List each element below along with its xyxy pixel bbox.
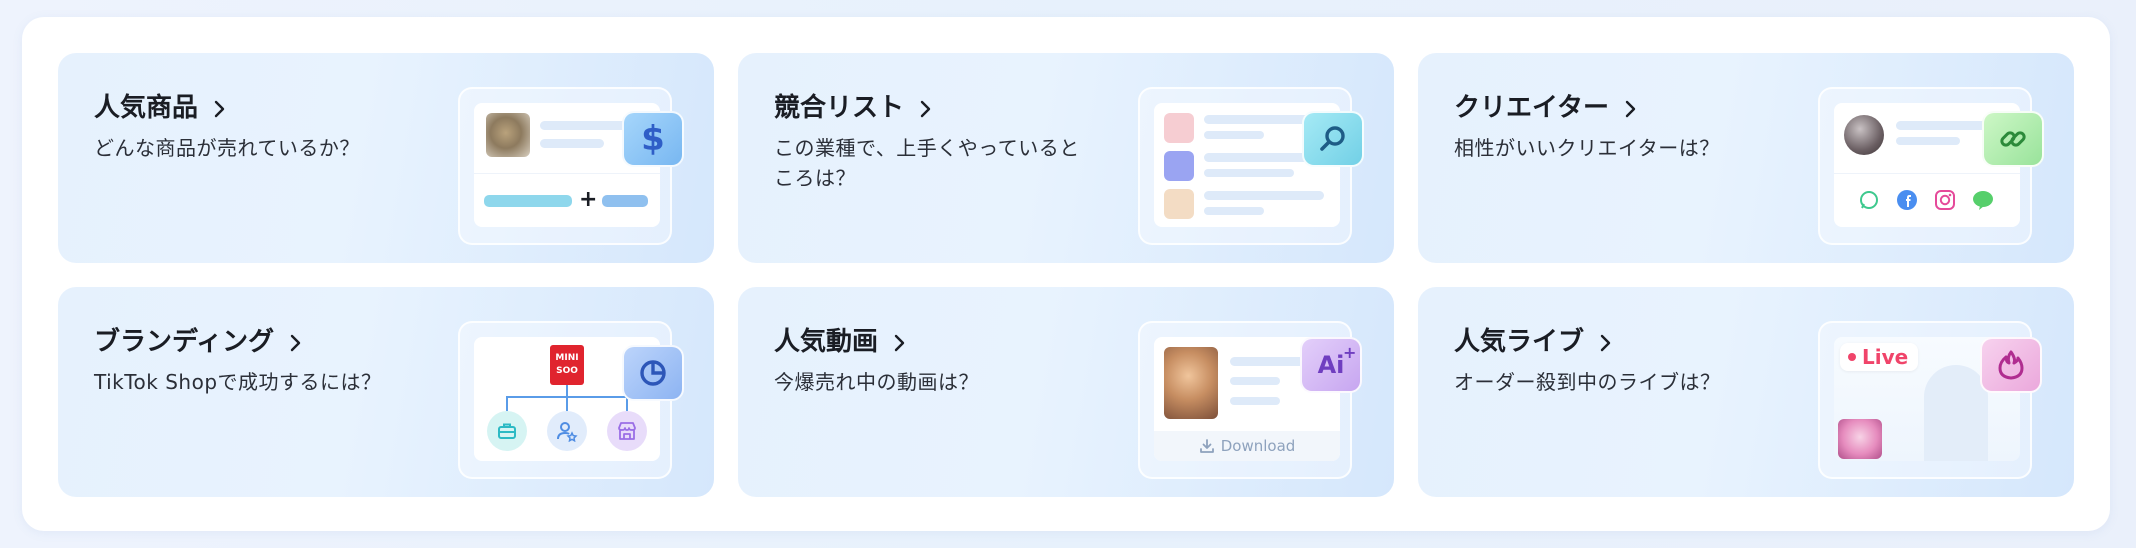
product-blue-bar [602,195,648,207]
competitor-bar [1204,131,1264,139]
card-title-text: 競合リスト [774,93,905,123]
card-title: 人気ライブ [1454,321,1616,358]
user-star-icon [556,420,578,442]
pie-chart-icon [636,356,670,390]
plus-sign: + [579,187,598,212]
card-description: この業種で、上手くやっていると ころは？ [774,136,1080,190]
competitor-mockup [1138,87,1364,245]
video-mockup: Download Ai + [1138,321,1362,479]
product-subtitle-bar [540,139,604,148]
card-title: ブランディング [94,321,306,358]
card-title: クリエイター [1454,87,1641,124]
dollar-icon: $ [641,119,665,159]
chevron-right-icon [286,330,306,351]
card-creators[interactable]: クリエイター 相性がいいクリエイターは？ [1418,53,2074,263]
card-title: 人気動画 [774,321,910,358]
briefcase-icon [496,420,518,442]
live-dot-icon [1848,353,1856,361]
link-badge [1982,111,2044,167]
chevron-right-icon [916,96,936,117]
download-label: Download [1220,437,1296,455]
ai-icon: Ai + [1317,343,1357,379]
creator-avatar [1844,115,1884,155]
whatsapp-icon [1858,189,1880,211]
pie-chart-badge [622,345,684,401]
card-title-text: 人気商品 [94,93,199,123]
live-label: Live [1862,345,1909,369]
card-title-text: 人気ライブ [1454,327,1585,357]
card-description: どんな商品が売れているか？ [94,136,360,160]
creator-meta-bar [1896,137,1960,145]
divider [1834,173,2020,174]
video-meta-bar [1230,397,1280,405]
competitor-logo-2 [1164,151,1194,181]
presenter-silhouette [1924,365,1988,461]
product-cyan-bar [484,195,572,207]
creator-name-bar [1896,121,1986,130]
card-popular-videos[interactable]: 人気動画 今爆売れ中の動画は？ Download Ai + [738,287,1394,497]
line-icon [1972,189,1994,211]
card-description: 相性がいいクリエイターは？ [1454,136,1720,160]
video-meta-bar [1230,377,1280,385]
chevron-right-icon [1596,330,1616,351]
briefcase-node [487,411,527,451]
card-description: 今爆売れ中の動画は？ [774,370,979,394]
fire-icon [1994,348,2028,382]
live-mockup: Live [1818,321,2042,479]
card-competitor-list[interactable]: 競合リスト この業種で、上手くやっていると ころは？ [738,53,1394,263]
competitor-bar [1204,191,1324,200]
competitor-logo-3 [1164,189,1194,219]
ai-icon-text: Ai [1317,351,1345,379]
store-icon [616,420,638,442]
competitor-bar [1204,207,1264,215]
card-popular-products[interactable]: 人気商品 どんな商品が売れているか？ + $ [58,53,714,263]
card-branding[interactable]: ブランディング TikTok Shopで成功するには？ MINI SOO [58,287,714,497]
instagram-icon [1934,189,1956,211]
chevron-right-icon [1621,96,1641,117]
chevron-right-icon [210,96,230,117]
shop-node [607,411,647,451]
product-title-bar [540,121,630,130]
divider [474,173,660,174]
card-title: 人気商品 [94,87,230,124]
link-icon [1996,122,2030,156]
card-popular-live[interactable]: 人気ライブ オーダー殺到中のライブは？ Live [1418,287,2074,497]
download-icon [1199,438,1215,454]
product-mockup: + $ [458,87,684,245]
card-description: TikTok Shopで成功するには？ [94,370,382,394]
facebook-icon [1896,189,1918,211]
live-tag: Live [1840,343,1919,371]
search-badge [1302,111,1364,167]
competitor-logo-1 [1164,113,1194,143]
card-description: オーダー殺到中のライブは？ [1454,370,1721,394]
card-title-text: 人気動画 [774,327,879,357]
fire-badge [1980,337,2042,393]
card-title: 競合リスト [774,87,936,124]
download-button[interactable]: Download [1154,431,1340,461]
card-title-text: ブランディング [94,327,275,357]
live-product-thumbnail [1838,419,1882,459]
search-icon [1316,122,1350,156]
branding-mockup: MINI SOO [458,321,684,479]
sparkle-icon: + [1343,343,1357,362]
card-title-text: クリエイター [1454,93,1609,123]
ai-badge: Ai + [1300,337,1362,393]
dollar-badge: $ [622,111,684,167]
competitor-bar [1204,169,1294,177]
chevron-right-icon [890,330,910,351]
product-thumbnail [486,113,530,157]
creator-mockup [1818,87,2044,245]
video-thumbnail [1164,347,1218,419]
creator-node [547,411,587,451]
feature-panel: 人気商品 どんな商品が売れているか？ + $ 競合リスト この業種で、上手くやっ… [22,17,2110,531]
